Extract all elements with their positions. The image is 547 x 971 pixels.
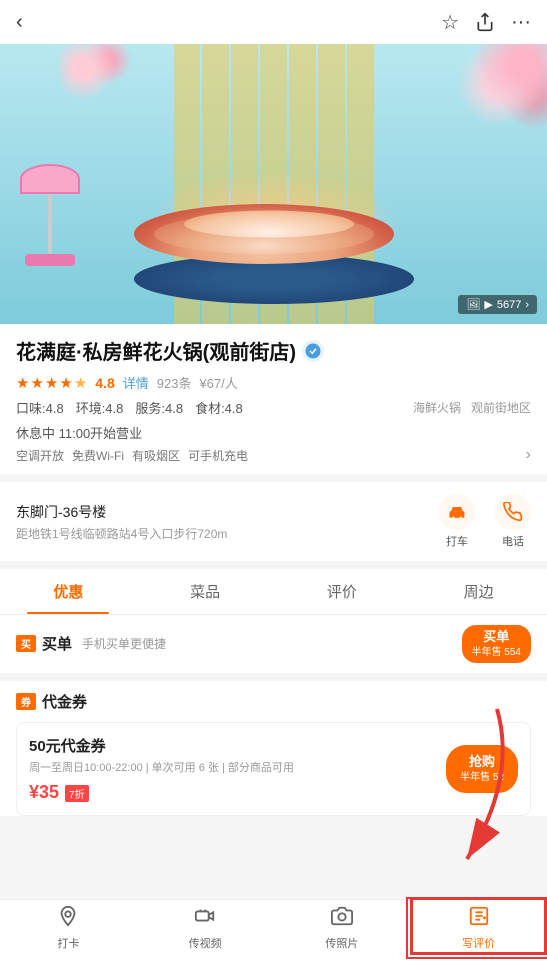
stars: ★ ★ ★ ★ ★: [16, 374, 87, 392]
divider-2: [0, 561, 547, 569]
image-count-badge: 🖼 ▶ 5677 ›: [458, 295, 537, 314]
voucher-section-header: 券 代金券: [0, 681, 547, 722]
voucher-section: 券 代金券 50元代金券 周一至周日10:00-22:00 | 单次可用 6 张…: [0, 681, 547, 817]
tab-menu[interactable]: 菜品: [137, 569, 274, 614]
restaurant-name: 花满庭·私房鲜花火锅(观前街店): [16, 336, 531, 365]
hours: 休息中 11:00开始营业: [16, 423, 531, 442]
hero-image[interactable]: 🖼 ▶ 5677 ›: [0, 44, 547, 324]
verified-badge: [302, 340, 324, 362]
share-button[interactable]: [475, 12, 495, 32]
video-icon: [194, 905, 216, 933]
restaurant-info: 花满庭·私房鲜花火锅(观前街店) ★ ★ ★ ★ ★ 4.8 详情 923条 ¥…: [0, 324, 547, 474]
taxi-icon: [439, 494, 475, 530]
photo-icon: [331, 905, 353, 933]
top-bar: ‹ ☆ ···: [0, 0, 547, 44]
buy-section-header: 买 买单 手机买单更便捷 买单 半年售 554: [0, 615, 547, 673]
tab-deals[interactable]: 优惠: [0, 569, 137, 614]
voucher-card: 50元代金券 周一至周日10:00-22:00 | 单次可用 6 张 | 部分商…: [16, 722, 531, 817]
amenities-expand-icon[interactable]: ›: [526, 446, 531, 464]
back-button[interactable]: ‹: [16, 11, 23, 34]
bottom-tab-bar: 打卡 传视频 传照片 写评价: [0, 899, 547, 955]
address-text: 东脚门-36号楼 距地铁1号线临顿路站4号入口步行720m: [16, 502, 439, 542]
voucher-tag: 券: [16, 693, 36, 710]
divider-1: [0, 474, 547, 482]
buy-section: 买 买单 手机买单更便捷 买单 半年售 554: [0, 615, 547, 673]
checkin-icon: [57, 905, 79, 933]
food-plate: [124, 174, 424, 304]
sub-ratings: 口味:4.8 环境:4.8 服务:4.8 食材:4.8 海鲜火锅 观前街地区: [16, 398, 531, 417]
tab-nearby[interactable]: 周边: [410, 569, 547, 614]
voucher-info: 50元代金券 周一至周日10:00-22:00 | 单次可用 6 张 | 部分商…: [29, 735, 446, 804]
bottom-tab-review[interactable]: 写评价: [410, 901, 547, 955]
address-section: 东脚门-36号楼 距地铁1号线临顿路站4号入口步行720m 打车 电话: [0, 482, 547, 561]
voucher-buy-button[interactable]: 抢购 半年售 52: [446, 745, 518, 793]
buy-button[interactable]: 买单 半年售 554: [462, 625, 531, 663]
write-review-icon: [468, 905, 490, 933]
bookmark-button[interactable]: ☆: [441, 10, 459, 35]
more-button[interactable]: ···: [511, 11, 531, 34]
amenities-row: 空调开放 免费Wi-Fi 有吸烟区 可手机充电 ›: [16, 446, 531, 474]
decoration-flowers-left: [60, 44, 140, 124]
address-actions: 打车 电话: [439, 494, 531, 549]
tab-bar: 优惠 菜品 评价 周边: [0, 569, 547, 615]
bottom-tab-checkin[interactable]: 打卡: [0, 901, 137, 955]
amenities-list: 空调开放 免费Wi-Fi 有吸烟区 可手机充电: [16, 447, 248, 464]
taxi-button[interactable]: 打车: [439, 494, 475, 549]
call-button[interactable]: 电话: [495, 494, 531, 549]
rating-row: ★ ★ ★ ★ ★ 4.8 详情 923条 ¥67/人: [16, 373, 531, 392]
phone-icon: [495, 494, 531, 530]
voucher-price-row: ¥35 7折: [29, 782, 446, 803]
content-area: 买 买单 手机买单更便捷 买单 半年售 554 券 代金券 50元代金券 周一至…: [0, 615, 547, 915]
tab-reviews[interactable]: 评价: [274, 569, 411, 614]
bottom-tab-video[interactable]: 传视频: [137, 901, 274, 955]
decoration-carousel: [10, 164, 90, 284]
buy-tag: 买: [16, 635, 36, 652]
decoration-flowers-right: [427, 44, 547, 144]
bottom-tab-photo[interactable]: 传照片: [274, 901, 411, 955]
